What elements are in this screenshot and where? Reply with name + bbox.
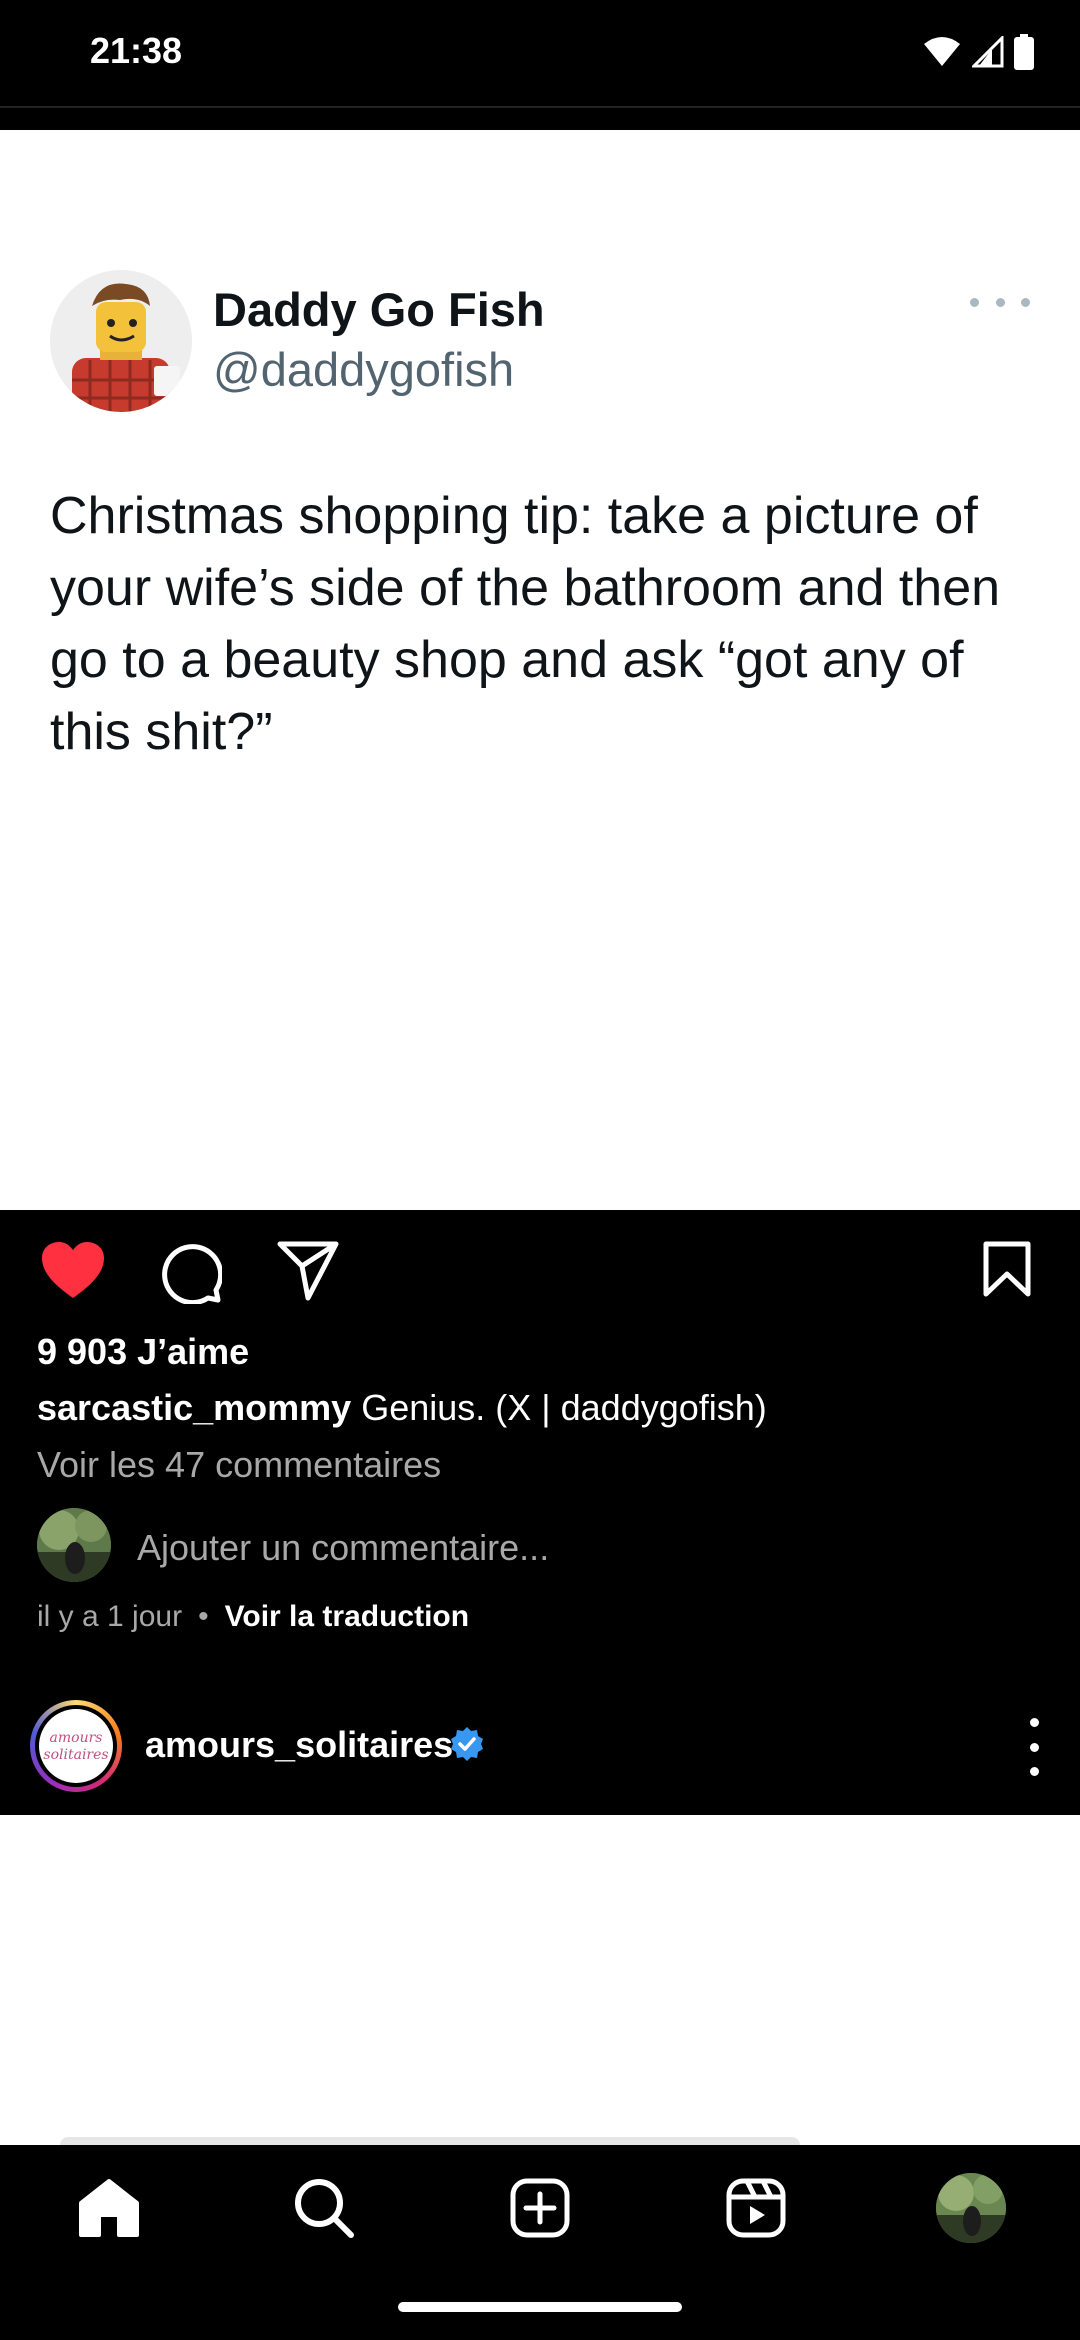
tweet-display-name: Daddy Go Fish	[213, 283, 545, 336]
caption-username[interactable]: sarcastic_mommy	[37, 1387, 351, 1428]
create-icon	[510, 2178, 570, 2238]
save-button[interactable]	[982, 1240, 1032, 1303]
search-icon	[295, 2179, 354, 2238]
next-post-avatar[interactable]: amours solitaires	[30, 1700, 122, 1792]
like-button[interactable]	[40, 1240, 106, 1305]
reels-icon	[726, 2178, 786, 2238]
status-time: 21:38	[90, 30, 183, 71]
lego-avatar-icon	[50, 270, 192, 412]
status-icons	[922, 34, 1034, 70]
view-comments-link[interactable]: Voir les 47 commentaires	[37, 1444, 441, 1486]
battery-icon	[1014, 34, 1034, 70]
signal-icon	[972, 36, 1004, 68]
next-post-header: amours solitaires amours_solitaires	[0, 1700, 1080, 1810]
send-icon	[277, 1241, 339, 1301]
post-meta: il y a 1 jour • Voir la traduction	[37, 1600, 469, 1634]
comment-button[interactable]	[158, 1240, 224, 1309]
nav-profile[interactable]	[936, 2173, 1006, 2243]
post-action-bar	[0, 1210, 1080, 1330]
post-options-icon[interactable]	[1028, 1718, 1040, 1776]
nav-create[interactable]	[505, 2173, 575, 2243]
share-button[interactable]	[276, 1240, 340, 1307]
likes-count[interactable]: 9 903 J’aime	[37, 1331, 249, 1373]
home-icon	[79, 2179, 139, 2237]
tweet-handle: @daddygofish	[213, 343, 515, 396]
bookmark-icon	[983, 1241, 1031, 1297]
heart-icon	[42, 1242, 104, 1298]
status-bar: 21:38	[0, 0, 1080, 108]
nav-search[interactable]	[289, 2173, 359, 2243]
comment-icon	[162, 1244, 224, 1306]
wifi-icon	[924, 37, 960, 66]
separator-dot: •	[198, 1600, 209, 1633]
amours-logo-icon: amours solitaires	[39, 1709, 113, 1783]
tweet-text: Christmas shopping tip: take a picture o…	[50, 487, 1001, 761]
profile-photo-icon	[37, 1508, 111, 1582]
post-time: il y a 1 jour	[37, 1600, 183, 1633]
next-post-media[interactable]	[0, 1815, 1080, 2145]
home-indicator	[398, 2302, 682, 2312]
translate-link[interactable]: Voir la traduction	[225, 1600, 469, 1633]
svg-text:solitaires: solitaires	[43, 1747, 108, 1763]
verified-badge-icon	[448, 1725, 486, 1768]
add-comment-input[interactable]: Ajouter un commentaire...	[137, 1527, 549, 1569]
post-caption: sarcastic_mommy Genius. (X | daddygofish…	[37, 1387, 767, 1429]
profile-avatar	[936, 2173, 1006, 2243]
next-post-username[interactable]: amours_solitaires	[145, 1724, 453, 1766]
caption-text: Genius. (X | daddygofish)	[351, 1387, 767, 1428]
svg-text:amours: amours	[50, 1730, 103, 1746]
tweet-avatar	[50, 270, 192, 412]
tweet-more-icon	[970, 290, 1030, 314]
header-divider	[0, 106, 1080, 108]
nav-reels[interactable]	[721, 2173, 791, 2243]
commenter-avatar	[37, 1508, 111, 1582]
nav-home[interactable]	[74, 2173, 144, 2243]
